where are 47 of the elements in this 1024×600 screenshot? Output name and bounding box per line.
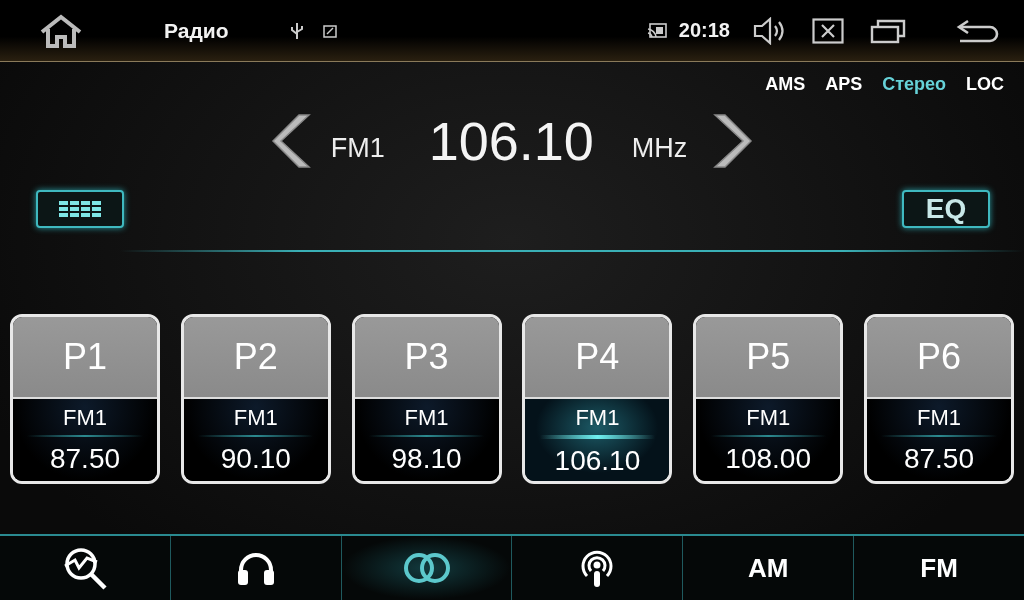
preset-label: P2	[233, 336, 278, 378]
grid-icon	[59, 201, 101, 217]
close-icon[interactable]	[812, 17, 844, 44]
band-label: FM1	[575, 405, 620, 431]
preset-label: P4	[575, 336, 620, 378]
home-icon[interactable]	[38, 13, 84, 48]
image-edit-icon	[322, 22, 339, 39]
preset-label: P1	[62, 336, 107, 378]
preset-frequency: 108.00	[725, 443, 811, 475]
preset-frequency: 90.10	[220, 443, 291, 475]
preset-button[interactable]: P4 FM1 106.10	[522, 314, 673, 484]
band-label: FM1	[917, 405, 961, 431]
recent-apps-icon[interactable]	[870, 17, 906, 44]
preset-button[interactable]: P6 FM1 87.50	[864, 314, 1014, 484]
preset-label: P5	[746, 336, 791, 378]
preset-label: P3	[404, 336, 449, 378]
keypad-button[interactable]	[36, 190, 124, 228]
preset-frequency: 87.50	[903, 443, 974, 475]
option-button[interactable]: APS	[825, 72, 863, 96]
preset-frequency: 98.10	[391, 443, 462, 475]
headphones-icon	[235, 550, 276, 586]
preset-button[interactable]: P1 FM1 87.50	[10, 314, 160, 484]
band-label: FM1	[746, 405, 791, 431]
option-button[interactable]: Стерео	[882, 72, 946, 96]
usb-icon	[290, 21, 305, 40]
option-button[interactable]: LOC	[966, 72, 1004, 96]
band-label: FM1	[404, 405, 449, 431]
volume-icon[interactable]	[752, 16, 786, 45]
clock-time: 20:18	[678, 19, 730, 42]
unit-label: MHz	[631, 132, 688, 164]
band-label: FM1	[233, 405, 278, 431]
preset-frequency: 106.10	[554, 445, 641, 477]
frequency-display: 106.10	[428, 110, 594, 172]
band-label: FM1	[330, 132, 385, 164]
nav-button[interactable]: FM	[853, 536, 1024, 600]
eq-button[interactable]: EQ	[902, 190, 990, 228]
option-button[interactable]: AMS	[765, 72, 806, 96]
preset-button[interactable]: P5 FM1 108.00	[693, 314, 844, 484]
preset-label: P6	[916, 336, 961, 378]
band-label: FM1	[63, 405, 107, 431]
nav-button[interactable]: AM	[682, 536, 854, 600]
cast-icon	[646, 22, 667, 39]
search-signal-icon	[62, 546, 107, 590]
screen-title: Радио	[164, 18, 229, 43]
preset-button[interactable]: P3 FM1 98.10	[351, 314, 502, 484]
preset-frequency: 87.50	[49, 443, 121, 475]
preset-button[interactable]: P2 FM1 90.10	[180, 314, 331, 484]
